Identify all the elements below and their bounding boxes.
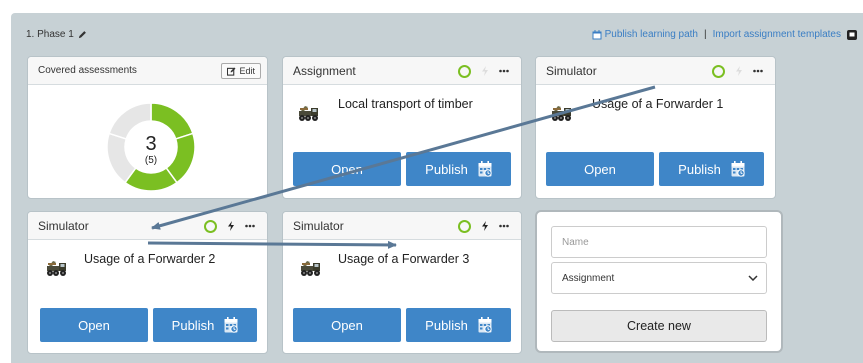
publish-button-label: Publish [425, 161, 468, 177]
simulator-card: Simulator Usage of a Forwarder 1 Open Pu… [535, 56, 776, 199]
calendar-icon [478, 317, 492, 333]
link-separator: | [704, 29, 707, 40]
open-button[interactable]: Open [40, 308, 148, 342]
simulator-card: Simulator Usage of a Forwarder 3 Open Pu… [282, 211, 522, 354]
bolt-icon[interactable] [481, 66, 489, 76]
card-title: Usage of a Forwarder 2 [84, 252, 216, 266]
calendar-icon [592, 29, 602, 40]
forwarder-icon [46, 260, 70, 283]
top-links: Publish learning path | Import assignmen… [592, 29, 857, 40]
calendar-icon [478, 161, 492, 177]
card-type-label: Simulator [293, 218, 344, 233]
coverage-value: 3 [145, 133, 157, 155]
open-button-label: Open [331, 317, 363, 333]
publish-learning-path-link[interactable]: Publish learning path [592, 29, 698, 40]
publish-learning-path-label: Publish learning path [604, 29, 698, 40]
forwarder-icon [551, 105, 575, 128]
more-options-icon[interactable] [499, 69, 509, 73]
calendar-icon [731, 161, 745, 177]
bolt-icon[interactable] [735, 66, 743, 76]
open-button[interactable]: Open [293, 308, 401, 342]
name-input[interactable]: Name [551, 226, 767, 258]
card-type-label: Assignment [293, 63, 356, 78]
phase-title[interactable]: 1. Phase 1 [26, 29, 87, 40]
card-type-label: Simulator [38, 218, 89, 233]
open-button-label: Open [331, 161, 363, 177]
more-options-icon[interactable] [499, 224, 509, 228]
more-options-icon[interactable] [245, 224, 255, 228]
name-input-placeholder: Name [562, 236, 589, 248]
status-circle-icon [458, 219, 471, 233]
open-button[interactable]: Open [293, 152, 401, 186]
card-type-label: Simulator [546, 63, 597, 78]
chevron-down-icon [748, 275, 758, 281]
covered-assessments-card: Covered assessments Edit 3 (5) [27, 56, 268, 199]
publish-button-label: Publish [425, 317, 468, 333]
open-button-label: Open [78, 317, 110, 333]
assignment-card: Assignment Local transport of timber Ope… [282, 56, 522, 199]
card-title: Usage of a Forwarder 3 [338, 252, 470, 266]
edit-icon [227, 67, 236, 76]
forwarder-icon [298, 105, 322, 128]
publish-button-label: Publish [678, 161, 721, 177]
coverage-total: (5) [144, 155, 158, 166]
card-header-title: Covered assessments [38, 65, 137, 76]
status-circle-icon [712, 64, 725, 78]
import-templates-link[interactable]: Import assignment templates [713, 29, 841, 40]
publish-button[interactable]: Publish [153, 308, 257, 342]
collapse-icon[interactable] [847, 29, 857, 40]
edit-button-label: Edit [239, 66, 255, 76]
create-new-button[interactable]: Create new [551, 310, 767, 342]
bolt-icon[interactable] [227, 221, 235, 231]
pencil-icon[interactable] [78, 30, 87, 39]
card-title: Usage of a Forwarder 1 [592, 97, 724, 111]
status-circle-icon [204, 219, 217, 233]
status-circle-icon [458, 64, 471, 78]
forwarder-icon [300, 260, 324, 283]
phase-title-text: 1. Phase 1 [26, 29, 74, 40]
type-select-value: Assignment [562, 272, 615, 284]
calendar-icon [224, 317, 239, 333]
publish-button[interactable]: Publish [659, 152, 764, 186]
open-button[interactable]: Open [546, 152, 654, 186]
create-new-label: Create new [627, 319, 691, 333]
simulator-card: Simulator Usage of a Forwarder 2 Open Pu… [27, 211, 268, 354]
create-item-form: Name Assignment Create new [535, 210, 783, 353]
more-options-icon[interactable] [753, 69, 763, 73]
edit-button[interactable]: Edit [221, 63, 261, 79]
open-button-label: Open [584, 161, 616, 177]
card-title: Local transport of timber [338, 97, 473, 111]
publish-button[interactable]: Publish [406, 308, 511, 342]
publish-button-label: Publish [171, 317, 215, 333]
type-select[interactable]: Assignment [551, 262, 767, 294]
bolt-icon[interactable] [481, 221, 489, 231]
publish-button[interactable]: Publish [406, 152, 511, 186]
